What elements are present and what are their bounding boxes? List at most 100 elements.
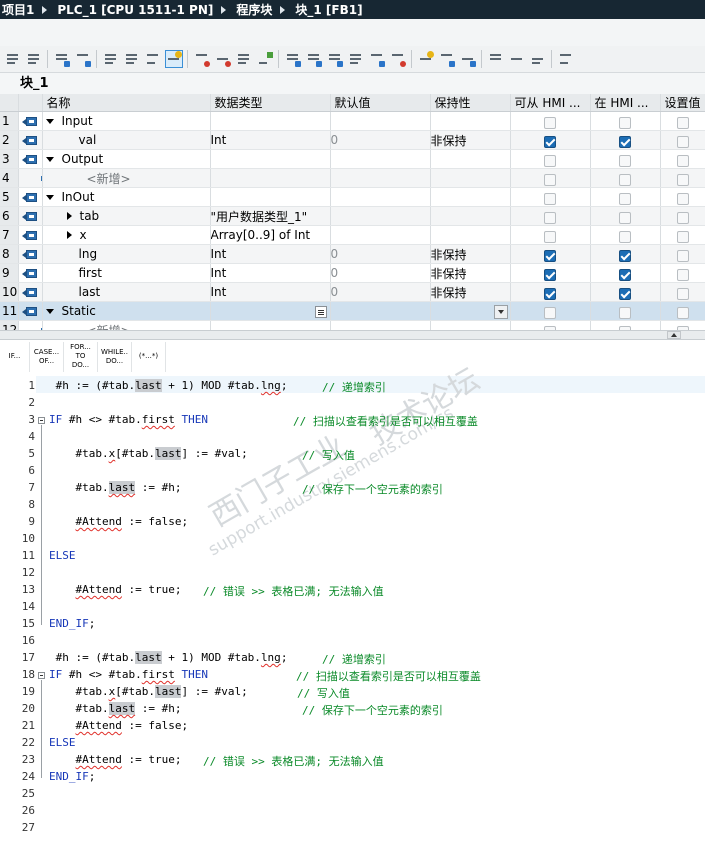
- expand-icon[interactable]: [66, 212, 72, 221]
- default-cell[interactable]: [330, 206, 431, 226]
- comment-icon[interactable]: [369, 51, 385, 67]
- datatype-cell[interactable]: Int: [210, 244, 331, 264]
- datatype-cell[interactable]: [210, 301, 331, 321]
- hmi-visible-cell[interactable]: [590, 187, 661, 207]
- checkbox[interactable]: [676, 306, 689, 319]
- retain-cell[interactable]: [430, 111, 511, 131]
- outdent-icon[interactable]: [327, 51, 343, 67]
- column-header-hmi-accessible[interactable]: 可从 HMI ...: [510, 94, 591, 112]
- table-row[interactable]: 10 last Int 0 非保持: [0, 282, 705, 302]
- hmi-accessible-cell[interactable]: [510, 187, 591, 207]
- checkbox[interactable]: [676, 268, 689, 281]
- checkbox[interactable]: [619, 287, 631, 300]
- hmi-accessible-cell[interactable]: [510, 149, 591, 169]
- datatype-cell[interactable]: Int: [210, 282, 331, 302]
- setpoint-cell[interactable]: [660, 301, 705, 321]
- column-header-datatype[interactable]: 数据类型: [210, 94, 331, 112]
- default-cell[interactable]: [330, 320, 431, 330]
- column-header-hmi-visible[interactable]: 在 HMI ...: [590, 94, 661, 112]
- retain-cell[interactable]: [430, 149, 511, 169]
- window-split-icon[interactable]: [558, 51, 574, 67]
- checkbox[interactable]: [619, 268, 631, 281]
- default-cell[interactable]: [330, 301, 431, 321]
- retain-cell[interactable]: [430, 301, 511, 321]
- setpoint-cell[interactable]: [660, 187, 705, 207]
- checkbox[interactable]: [619, 249, 631, 262]
- checkbox[interactable]: [676, 287, 689, 300]
- checkbox[interactable]: [676, 154, 689, 167]
- download-icon[interactable]: [145, 51, 161, 67]
- next-bookmark-icon[interactable]: [460, 51, 476, 67]
- default-cell[interactable]: 0: [330, 282, 431, 302]
- name-cell[interactable]: first: [42, 263, 211, 283]
- setpoint-cell[interactable]: [660, 244, 705, 264]
- insert-for-button[interactable]: FOR... TO DO...: [64, 341, 98, 372]
- datatype-cell[interactable]: [210, 111, 331, 131]
- checkbox[interactable]: [676, 211, 689, 224]
- hmi-visible-cell[interactable]: [590, 168, 661, 188]
- setpoint-cell[interactable]: [660, 111, 705, 131]
- column-header-name[interactable]: 名称: [42, 94, 211, 112]
- monitor-icon[interactable]: [488, 51, 504, 67]
- goto-error-icon[interactable]: [194, 51, 210, 67]
- block-interface-icon[interactable]: [75, 51, 91, 67]
- datatype-cell[interactable]: [210, 149, 331, 169]
- name-cell[interactable]: val: [42, 130, 211, 150]
- hmi-visible-cell[interactable]: [590, 206, 661, 226]
- datatype-list-icon[interactable]: [314, 306, 327, 318]
- retain-cell[interactable]: 非保持: [430, 263, 511, 283]
- hmi-visible-cell[interactable]: [590, 320, 661, 330]
- checkbox[interactable]: [619, 192, 631, 205]
- name-cell[interactable]: Output: [42, 149, 211, 169]
- datatype-cell[interactable]: Array[0..9] of Int: [210, 225, 331, 245]
- uncomment-icon[interactable]: [390, 51, 406, 67]
- setpoint-cell[interactable]: [660, 320, 705, 330]
- hmi-accessible-cell[interactable]: [510, 320, 591, 330]
- glasses-all-icon[interactable]: [530, 51, 546, 67]
- name-cell[interactable]: <新增>: [42, 320, 211, 330]
- checkbox[interactable]: [676, 116, 689, 129]
- default-cell[interactable]: [330, 149, 431, 169]
- hmi-accessible-cell[interactable]: [510, 282, 591, 302]
- name-cell[interactable]: lng: [42, 244, 211, 264]
- breadcrumb-item[interactable]: 项目1: [0, 1, 36, 18]
- show-tags-icon[interactable]: [236, 51, 252, 67]
- hmi-visible-cell[interactable]: [590, 301, 661, 321]
- fold-toggle-icon[interactable]: [38, 672, 45, 679]
- hmi-visible-cell[interactable]: [590, 244, 661, 264]
- compile-icon[interactable]: [257, 51, 273, 67]
- retain-cell[interactable]: [430, 168, 511, 188]
- column-header-setpoint[interactable]: 设置值: [660, 94, 705, 112]
- retain-cell[interactable]: 非保持: [430, 130, 511, 150]
- checkbox[interactable]: [544, 116, 556, 129]
- checkbox[interactable]: [544, 249, 556, 262]
- checkbox[interactable]: [544, 154, 556, 167]
- checkbox[interactable]: [544, 192, 556, 205]
- hmi-visible-cell[interactable]: [590, 263, 661, 283]
- checkbox[interactable]: [676, 230, 689, 243]
- delete-network-icon[interactable]: [26, 51, 42, 67]
- checkbox[interactable]: [544, 230, 556, 243]
- name-cell[interactable]: tab: [42, 206, 211, 226]
- bookmark-icon[interactable]: [418, 51, 434, 67]
- table-row[interactable]: 9 first Int 0 非保持: [0, 263, 705, 283]
- setpoint-cell[interactable]: [660, 149, 705, 169]
- name-cell[interactable]: Static: [42, 301, 211, 321]
- datatype-cell[interactable]: [210, 187, 331, 207]
- hmi-visible-cell[interactable]: [590, 282, 661, 302]
- datatype-cell[interactable]: [210, 168, 331, 188]
- default-cell[interactable]: 0: [330, 263, 431, 283]
- default-cell[interactable]: [330, 168, 431, 188]
- previous-bookmark-icon[interactable]: [439, 51, 455, 67]
- checkbox[interactable]: [544, 173, 556, 186]
- checkbox[interactable]: [619, 173, 631, 186]
- hmi-visible-cell[interactable]: [590, 111, 661, 131]
- datatype-cell[interactable]: Int: [210, 263, 331, 283]
- name-cell[interactable]: last: [42, 282, 211, 302]
- retain-cell[interactable]: [430, 206, 511, 226]
- hmi-accessible-cell[interactable]: [510, 301, 591, 321]
- table-row[interactable]: 8 lng Int 0 非保持: [0, 244, 705, 264]
- breadcrumb-item[interactable]: 块_1 [FB1]: [293, 1, 364, 18]
- overview-icon[interactable]: [124, 51, 140, 67]
- setpoint-cell[interactable]: [660, 282, 705, 302]
